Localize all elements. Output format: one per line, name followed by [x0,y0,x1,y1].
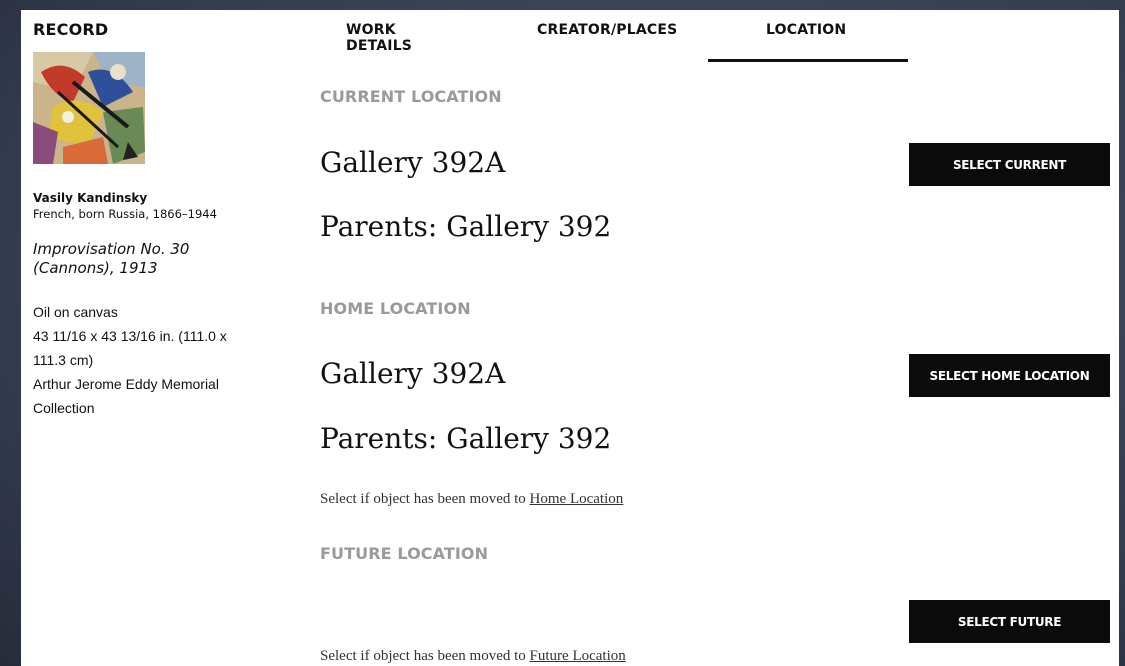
credit-line: Collection [33,400,95,416]
select-home-location-button[interactable]: SELECT HOME LOCATION [909,354,1110,397]
credit-line: Arthur Jerome Eddy Memorial [33,376,219,392]
home-parents: Parents: Gallery 392 [320,422,612,455]
home-note: Select if object has been moved to Home … [320,491,623,508]
work-title: Improvisation No. 30 (Cannons), 1913 [33,240,233,278]
future-location-label: FUTURE LOCATION [320,544,489,563]
work-title-line: (Cannons), 1913 [33,259,158,277]
select-current-button[interactable]: SELECT CURRENT [909,143,1110,186]
home-gallery: Gallery 392A [320,357,506,390]
tab-location[interactable]: LOCATION [766,22,846,38]
future-location-link[interactable]: Future Location [530,648,626,664]
work-metadata: Oil on canvas 43 11/16 x 43 13/16 in. (1… [33,300,293,420]
record-panel: RECORD Vasily Kandinsky French, born Rus… [21,10,1119,666]
active-tab-indicator [708,59,908,62]
work-title-line: Improvisation No. 30 [33,240,190,258]
home-location-link[interactable]: Home Location [530,491,624,507]
medium: Oil on canvas [33,304,118,320]
artist-bio: French, born Russia, 1866–1944 [33,207,217,221]
current-gallery: Gallery 392A [320,146,506,179]
record-heading: RECORD [33,20,109,39]
artist-name: Vasily Kandinsky [33,191,148,205]
dimensions-line: 43 11/16 x 43 13/16 in. (111.0 x [33,328,227,344]
current-location-label: CURRENT LOCATION [320,87,502,106]
future-note-text: Select if object has been moved to [320,648,530,664]
tab-work-details[interactable]: WORK DETAILS [346,22,412,54]
artwork-thumbnail[interactable] [33,52,145,164]
select-future-button[interactable]: SELECT FUTURE [909,600,1110,643]
artist-info: Vasily Kandinsky French, born Russia, 18… [33,190,217,222]
current-parents: Parents: Gallery 392 [320,210,612,243]
dimensions-line: 111.3 cm) [33,352,94,368]
home-location-label: HOME LOCATION [320,299,471,318]
tab-creator-places[interactable]: CREATOR/PLACES [537,22,677,38]
home-note-text: Select if object has been moved to [320,491,530,507]
future-note: Select if object has been moved to Futur… [320,648,626,665]
